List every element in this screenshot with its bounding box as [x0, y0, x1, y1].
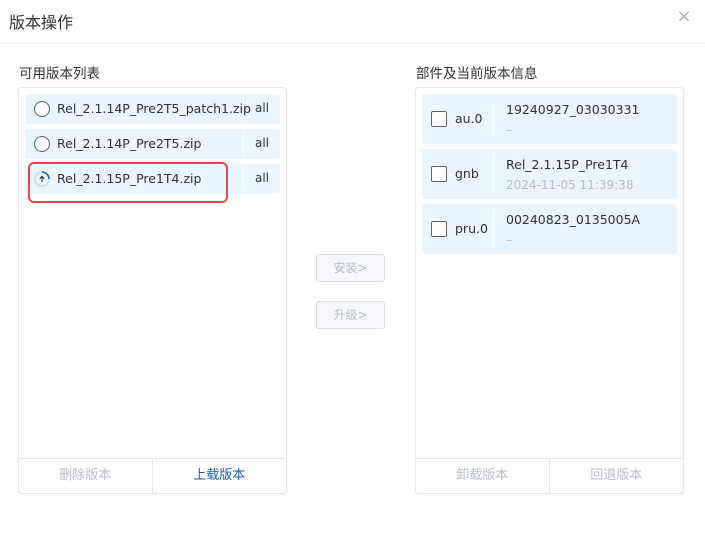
upload-version-button[interactable]: 上载版本 — [153, 459, 287, 493]
component-time: – — [506, 123, 512, 137]
component-name: pru.0 — [455, 221, 488, 236]
component-info-title: 部件及当前版本信息 — [416, 66, 538, 82]
package-tag: all — [254, 136, 270, 150]
close-icon[interactable]: × — [675, 8, 693, 26]
divider — [493, 100, 494, 138]
install-button[interactable]: 安装> — [316, 254, 385, 282]
checkbox[interactable] — [431, 111, 447, 127]
component-version: Rel_2.1.15P_Pre1T4 — [506, 157, 629, 172]
component-item[interactable]: gnb Rel_2.1.15P_Pre1T4 2024-11-05 11:39:… — [422, 149, 677, 199]
component-item[interactable]: au.0 19240927_03030331 – — [422, 94, 677, 144]
package-item[interactable]: Rel_2.1.14P_Pre2T5.zip all — [25, 129, 280, 159]
package-tag: all — [254, 101, 270, 115]
left-panel-footer: 删除版本 上载版本 — [19, 458, 286, 493]
upgrade-button[interactable]: 升级> — [316, 301, 385, 329]
divider — [493, 210, 494, 248]
uninstall-version-button[interactable]: 卸载版本 — [416, 459, 550, 493]
component-list: au.0 19240927_03030331 – gnb Rel_2.1.15P… — [422, 94, 677, 259]
checkbox[interactable] — [431, 221, 447, 237]
dialog-header: 版本操作 × — [0, 0, 705, 44]
rollback-version-button[interactable]: 回退版本 — [550, 459, 684, 493]
radio-button[interactable] — [34, 136, 50, 152]
package-name: Rel_2.1.14P_Pre2T5_patch1.zip — [57, 101, 251, 116]
component-name: au.0 — [455, 111, 483, 126]
component-version: 19240927_03030331 — [506, 102, 640, 117]
component-info-panel: au.0 19240927_03030331 – gnb Rel_2.1.15P… — [415, 87, 684, 494]
radio-button[interactable] — [34, 101, 50, 117]
right-panel-footer: 卸载版本 回退版本 — [416, 458, 683, 493]
component-time: – — [506, 233, 512, 247]
component-item[interactable]: pru.0 00240823_0135005A – — [422, 204, 677, 254]
divider — [493, 155, 494, 193]
available-versions-panel: Rel_2.1.14P_Pre2T5_patch1.zip all Rel_2.… — [18, 87, 287, 494]
delete-version-button[interactable]: 删除版本 — [19, 459, 153, 493]
checkbox[interactable] — [431, 166, 447, 182]
available-versions-title: 可用版本列表 — [19, 66, 100, 82]
component-version: 00240823_0135005A — [506, 212, 641, 227]
package-name: Rel_2.1.14P_Pre2T5.zip — [57, 136, 202, 151]
dialog-title: 版本操作 — [9, 13, 74, 32]
component-name: gnb — [455, 166, 479, 181]
package-item[interactable]: Rel_2.1.14P_Pre2T5_patch1.zip all — [25, 94, 280, 124]
selection-highlight — [28, 162, 228, 203]
package-tag: all — [254, 171, 270, 185]
component-time: 2024-11-05 11:39:38 — [506, 178, 634, 192]
